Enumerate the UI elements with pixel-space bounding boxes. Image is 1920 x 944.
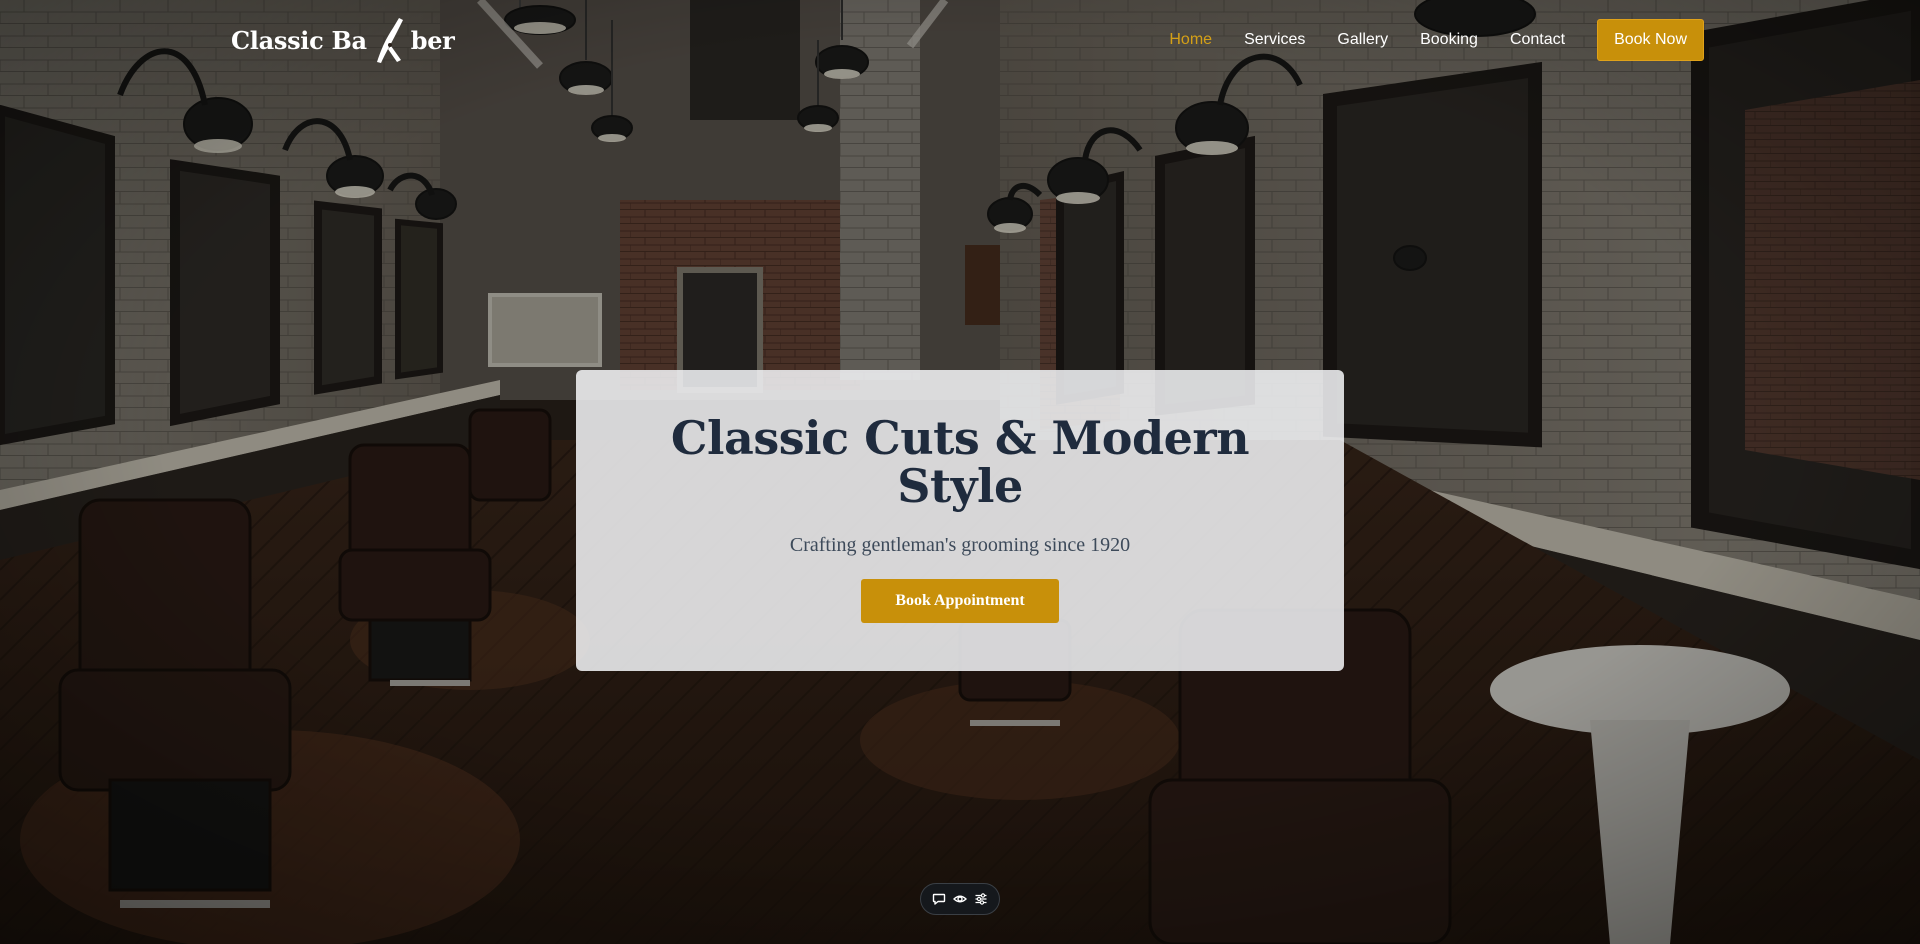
hero-card: Classic Cuts & Modern Style Crafting gen… — [576, 370, 1344, 671]
site-logo[interactable]: Classic Ba ber — [231, 18, 455, 63]
book-appointment-button[interactable]: Book Appointment — [861, 579, 1059, 623]
nav-link-contact[interactable]: Contact — [1510, 31, 1565, 49]
nav-link-gallery[interactable]: Gallery — [1337, 31, 1388, 49]
main-nav: Home Services Gallery Booking Contact Bo… — [1169, 19, 1704, 61]
eye-icon[interactable] — [951, 890, 969, 908]
sliders-icon[interactable] — [972, 890, 990, 908]
hero-title: Classic Cuts & Modern Style — [670, 411, 1250, 513]
floating-toolbar — [920, 883, 1000, 915]
nav-link-home[interactable]: Home — [1169, 31, 1212, 49]
hero-section: Classic Ba ber Home Services Gallery Boo… — [0, 0, 1920, 944]
nav-link-services[interactable]: Services — [1244, 31, 1305, 49]
hero-subtitle: Crafting gentleman's grooming since 1920 — [789, 534, 1131, 556]
book-now-button[interactable]: Book Now — [1597, 19, 1704, 61]
site-header: Classic Ba ber Home Services Gallery Boo… — [0, 0, 1920, 80]
razor-icon — [376, 18, 403, 63]
logo-text-end: ber — [410, 25, 455, 55]
nav-link-booking[interactable]: Booking — [1420, 31, 1478, 49]
comment-icon[interactable] — [930, 890, 948, 908]
logo-text-start: Classic Ba — [231, 25, 367, 55]
